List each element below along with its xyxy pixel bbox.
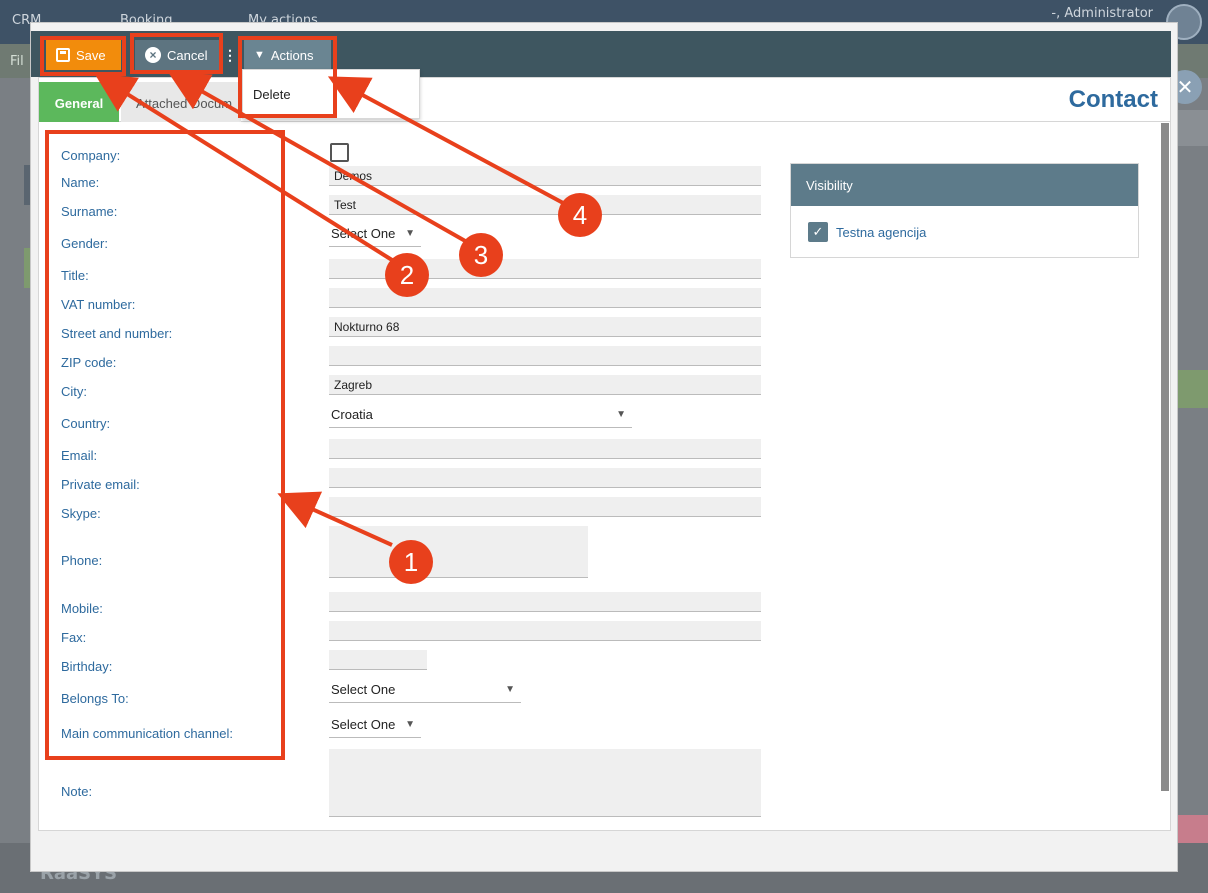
- annotation-badge-4: 4: [558, 193, 602, 237]
- arrow-1: [277, 491, 393, 547]
- annotation-badge-3: 3: [459, 233, 503, 277]
- arrow-2: [94, 73, 394, 262]
- annotation-badge-1: 1: [389, 540, 433, 584]
- annotation-badge-2: 2: [385, 253, 429, 297]
- arrow-4: [327, 76, 566, 206]
- annotation-arrows: [94, 72, 566, 547]
